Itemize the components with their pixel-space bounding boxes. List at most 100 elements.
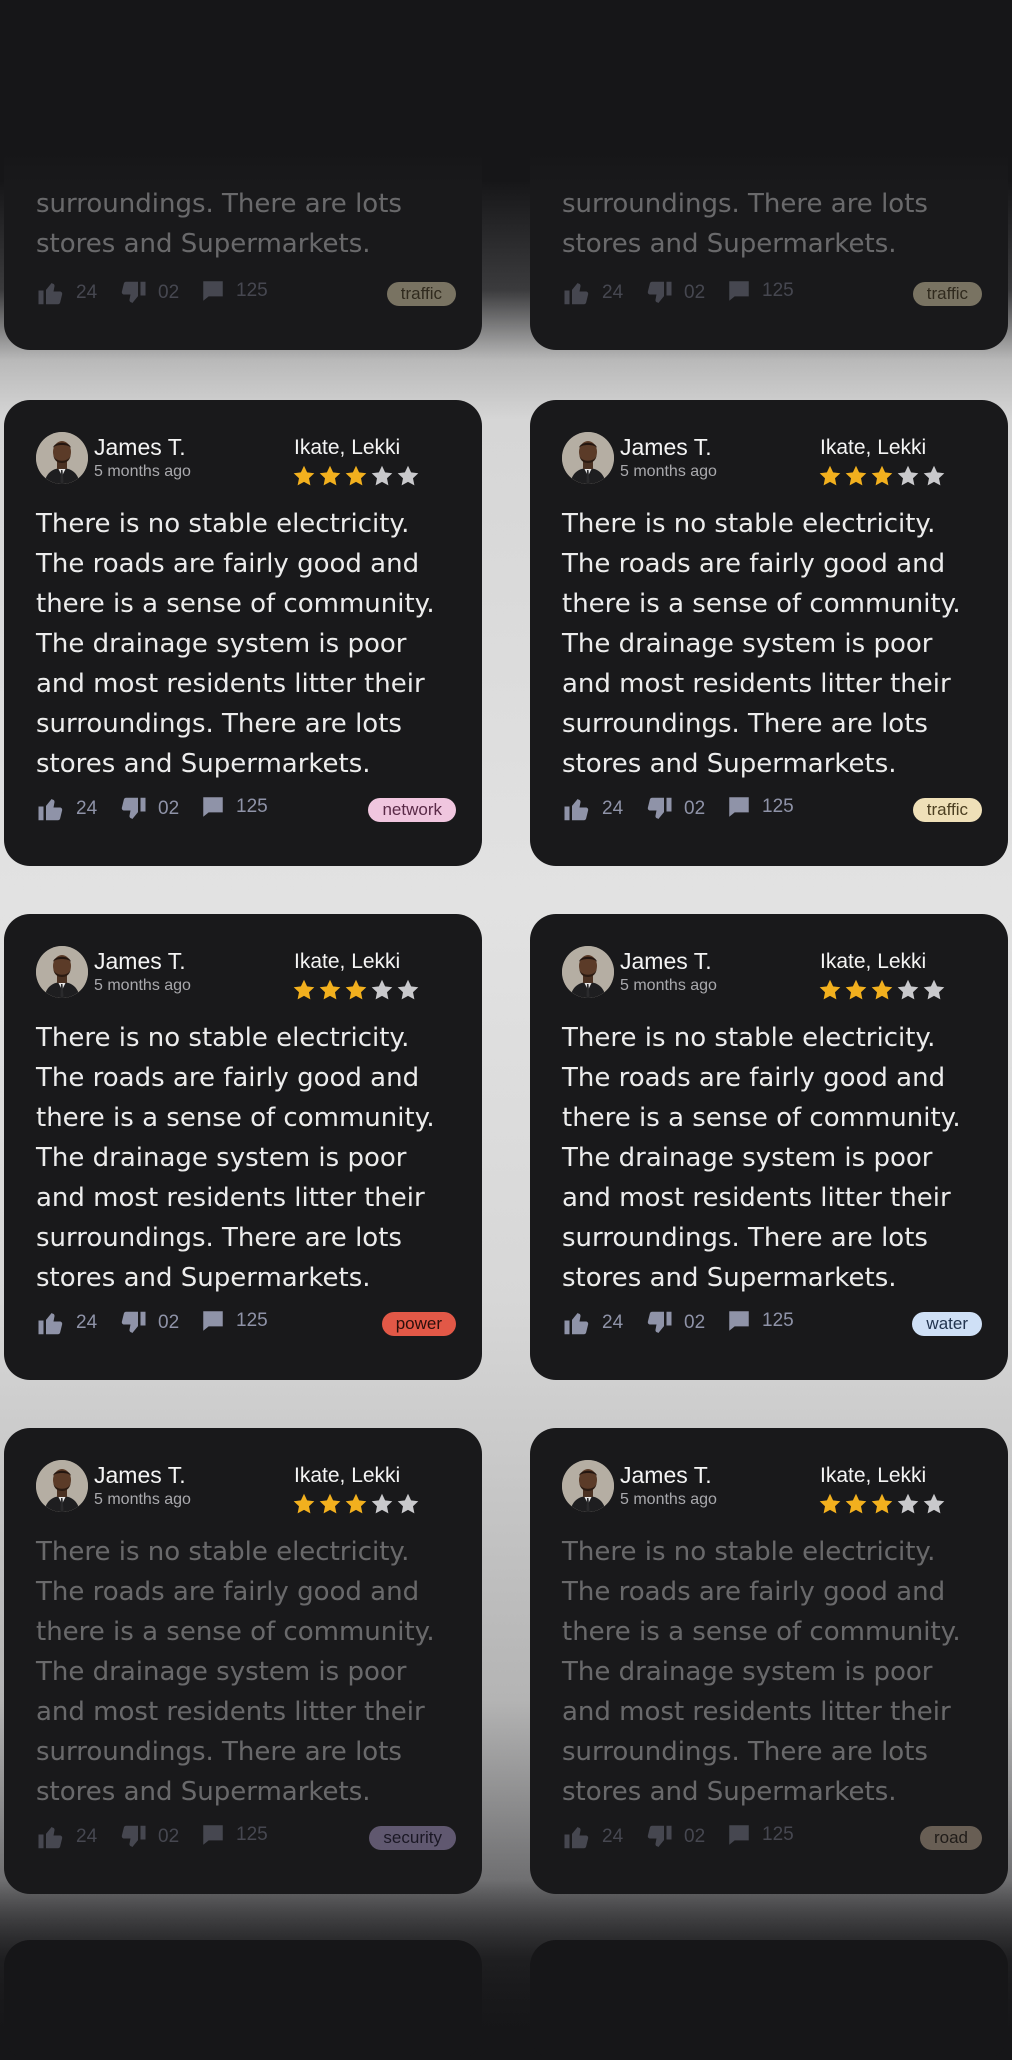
like-count: 24 (602, 1826, 624, 1847)
comment-button[interactable]: 125 (200, 1822, 268, 1848)
review-card[interactable]: James T. 5 months ago Ikate, Lekki There is… (4, 1428, 482, 1894)
star-icon[interactable] (370, 978, 394, 1002)
comment-button[interactable]: 125 (726, 1308, 794, 1334)
like-button[interactable]: 24 (562, 794, 623, 824)
star-icon[interactable] (396, 978, 420, 1002)
comment-button[interactable]: 125 (726, 278, 794, 304)
comment-button[interactable]: 125 (726, 1822, 794, 1848)
star-icon[interactable] (396, 1492, 420, 1516)
dislike-button[interactable]: 02 (118, 278, 179, 308)
star-icon[interactable] (896, 1492, 920, 1516)
avatar[interactable] (562, 946, 614, 998)
thumbs-down-icon (644, 1308, 674, 1338)
review-card[interactable]: James T. 5 months ago Ikate, Lekki There is… (4, 400, 482, 866)
review-card[interactable]: James T. 5 months ago Ikate, Lekki There is… (530, 400, 1008, 866)
comment-icon (200, 1308, 226, 1334)
dislike-button[interactable]: 02 (644, 278, 705, 308)
avatar[interactable] (36, 1460, 88, 1512)
dislike-count: 02 (158, 798, 180, 819)
like-button[interactable]: 24 (562, 1822, 623, 1852)
star-icon[interactable] (344, 464, 368, 488)
like-button[interactable]: 24 (36, 1308, 97, 1338)
category-tag[interactable]: traffic (386, 282, 456, 306)
star-icon[interactable] (344, 978, 368, 1002)
category-tag[interactable]: water (912, 1312, 982, 1336)
reviewer-name[interactable]: James T. (620, 434, 712, 461)
like-button[interactable]: 24 (36, 1822, 97, 1852)
category-tag[interactable]: security (369, 1826, 456, 1850)
reviewer-name[interactable]: James T. (620, 948, 712, 975)
review-text: surroundings. There are lots stores and … (36, 189, 402, 259)
star-icon[interactable] (292, 1492, 316, 1516)
reviewer-name[interactable]: James T. (620, 1462, 712, 1489)
like-button[interactable]: 24 (36, 794, 97, 824)
dislike-count: 02 (158, 1312, 180, 1333)
avatar[interactable] (36, 432, 88, 484)
dislike-button[interactable]: 02 (118, 1822, 179, 1852)
star-icon[interactable] (318, 464, 342, 488)
comment-button[interactable]: 125 (200, 278, 268, 304)
dislike-button[interactable]: 02 (644, 794, 705, 824)
thumbs-up-icon (36, 794, 66, 824)
category-tag[interactable]: road (919, 1826, 982, 1850)
star-icon[interactable] (896, 464, 920, 488)
star-icon[interactable] (370, 1492, 394, 1516)
star-icon[interactable] (818, 1492, 842, 1516)
top-fade-overlay (0, 0, 1012, 184)
dislike-button[interactable]: 02 (118, 794, 179, 824)
star-icon[interactable] (344, 1492, 368, 1516)
star-icon[interactable] (292, 978, 316, 1002)
review-header: James T. 5 months ago Ikate, Lekki (562, 430, 968, 486)
reviewer-name[interactable]: James T. (94, 948, 186, 975)
category-tag[interactable]: network (368, 798, 456, 822)
comment-icon (200, 278, 226, 304)
star-icon[interactable] (870, 464, 894, 488)
comment-button[interactable]: 125 (726, 794, 794, 820)
star-icon[interactable] (870, 1492, 894, 1516)
category-tag[interactable]: traffic (912, 282, 982, 306)
star-icon[interactable] (870, 978, 894, 1002)
star-rating (292, 978, 420, 1002)
star-icon[interactable] (844, 464, 868, 488)
comment-button[interactable]: 125 (200, 1308, 268, 1334)
review-card[interactable]: James T. 5 months ago Ikate, Lekki There is… (530, 914, 1008, 1380)
star-icon[interactable] (370, 464, 394, 488)
review-actions: 24 02 125 traffic (36, 276, 456, 312)
dislike-button[interactable]: 02 (644, 1308, 705, 1338)
star-icon[interactable] (922, 1492, 946, 1516)
star-icon[interactable] (844, 978, 868, 1002)
dislike-button[interactable]: 02 (118, 1308, 179, 1338)
dislike-count: 02 (684, 1312, 706, 1333)
star-icon[interactable] (396, 464, 420, 488)
star-icon[interactable] (818, 978, 842, 1002)
star-icon[interactable] (922, 978, 946, 1002)
comment-button[interactable]: 125 (200, 794, 268, 820)
review-card[interactable]: James T. 5 months ago Ikate, Lekki There is… (4, 914, 482, 1380)
review-card[interactable]: James T. 5 months ago Ikate, Lekki There is… (530, 1428, 1008, 1894)
reviewer-name[interactable]: James T. (94, 434, 186, 461)
thumbs-down-icon (118, 278, 148, 308)
star-rating (292, 1492, 420, 1516)
star-icon[interactable] (318, 978, 342, 1002)
like-button[interactable]: 24 (36, 278, 97, 308)
avatar[interactable] (562, 1460, 614, 1512)
thumbs-up-icon (562, 1822, 592, 1852)
review-time: 5 months ago (94, 463, 191, 480)
like-button[interactable]: 24 (562, 1308, 623, 1338)
reviewer-name[interactable]: James T. (94, 1462, 186, 1489)
like-button[interactable]: 24 (562, 278, 623, 308)
star-icon[interactable] (818, 464, 842, 488)
review-location: Ikate, Lekki (820, 436, 927, 459)
dislike-button[interactable]: 02 (644, 1822, 705, 1852)
review-time: 5 months ago (620, 977, 717, 994)
category-tag[interactable]: traffic (912, 798, 982, 822)
star-icon[interactable] (292, 464, 316, 488)
star-icon[interactable] (922, 464, 946, 488)
avatar[interactable] (36, 946, 88, 998)
star-icon[interactable] (844, 1492, 868, 1516)
avatar[interactable] (562, 432, 614, 484)
star-icon[interactable] (318, 1492, 342, 1516)
star-icon[interactable] (896, 978, 920, 1002)
comment-count: 125 (236, 1310, 268, 1331)
category-tag[interactable]: power (381, 1312, 456, 1336)
